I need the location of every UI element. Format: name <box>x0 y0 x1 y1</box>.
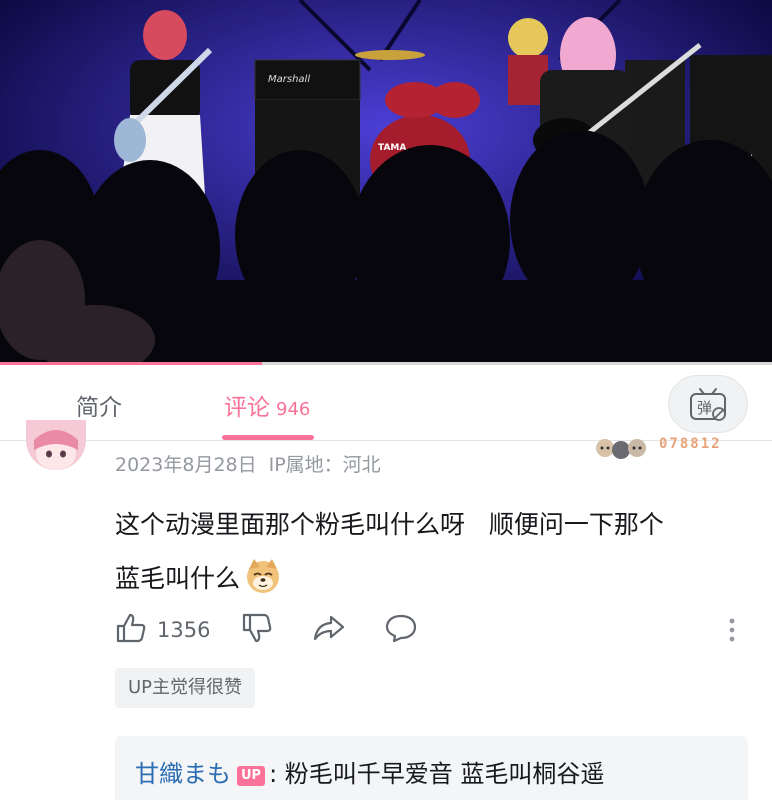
comment-actions: 1356 <box>115 612 755 652</box>
reply-preview[interactable]: 甘織まも UP: 粉毛叫千早爱音 蓝毛叫桐谷遥 <box>115 736 748 800</box>
danmaku-off-icon: 弹 <box>690 388 726 421</box>
more-vertical-icon <box>729 618 735 642</box>
reply-button[interactable] <box>384 612 418 648</box>
share-button[interactable] <box>312 612 346 648</box>
reply-line: 甘織まも UP: 粉毛叫千早爱音 蓝毛叫桐谷遥 <box>135 754 604 789</box>
concert-scene: Marshall Marshall TAMA <box>0 0 772 365</box>
tab-comments-count: 946 <box>276 399 311 420</box>
up-liked-badge: UP主觉得很赞 <box>115 668 256 708</box>
danmaku-toggle-button[interactable]: 弹 <box>668 375 748 433</box>
comment-text-line-2-content: 蓝毛叫什么 <box>115 564 241 593</box>
dislike-button[interactable] <box>241 612 273 648</box>
tab-bar: 简介 评论 946 弹 <box>0 366 772 441</box>
reply-username[interactable]: 甘織まも <box>135 760 231 788</box>
like-button[interactable] <box>115 612 147 648</box>
video-progress-fill <box>0 362 263 365</box>
avatar[interactable] <box>26 420 86 470</box>
tab-intro[interactable]: 简介 <box>76 388 122 422</box>
video-progress-bar[interactable] <box>0 362 772 365</box>
share-icon <box>313 615 345 641</box>
comment-date: 2023年8月28日 <box>115 454 257 476</box>
like-count: 1356 <box>157 618 211 642</box>
up-tag: UP <box>237 766 266 786</box>
fan-badge-characters-icon <box>596 439 646 459</box>
thumbs-down-icon <box>242 613 272 643</box>
active-tab-indicator <box>222 435 314 440</box>
comment-text-line-1: 这个动漫里面那个粉毛叫什么呀 顺便问一下那个 <box>115 510 664 539</box>
fan-badge-number: 078812 <box>659 436 722 452</box>
fan-badge[interactable]: 078812 <box>593 432 733 462</box>
comment-text-line-2: 蓝毛叫什么 <box>115 552 755 606</box>
svg-text:弹: 弹 <box>697 399 712 417</box>
doge-emoji-icon <box>244 557 282 595</box>
tab-comments[interactable]: 评论 946 <box>224 388 310 422</box>
comment-ip-location: IP属地：河北 <box>268 454 381 476</box>
comment-bubble-icon <box>385 614 417 643</box>
video-player[interactable]: Marshall Marshall TAMA <box>0 0 772 365</box>
reply-text: : 粉毛叫千早爱音 蓝毛叫桐谷遥 <box>269 760 605 788</box>
comment-meta: 2023年8月28日 IP属地：河北 <box>115 450 381 477</box>
comment-text[interactable]: 这个动漫里面那个粉毛叫什么呀 顺便问一下那个 蓝毛叫什么 <box>115 498 755 606</box>
tab-intro-label: 简介 <box>76 395 122 421</box>
tab-comments-label: 评论 <box>224 395 270 421</box>
more-options-button[interactable] <box>724 612 740 648</box>
amp-logo-left: Marshall <box>268 74 310 85</box>
thumbs-up-icon <box>116 613 146 643</box>
